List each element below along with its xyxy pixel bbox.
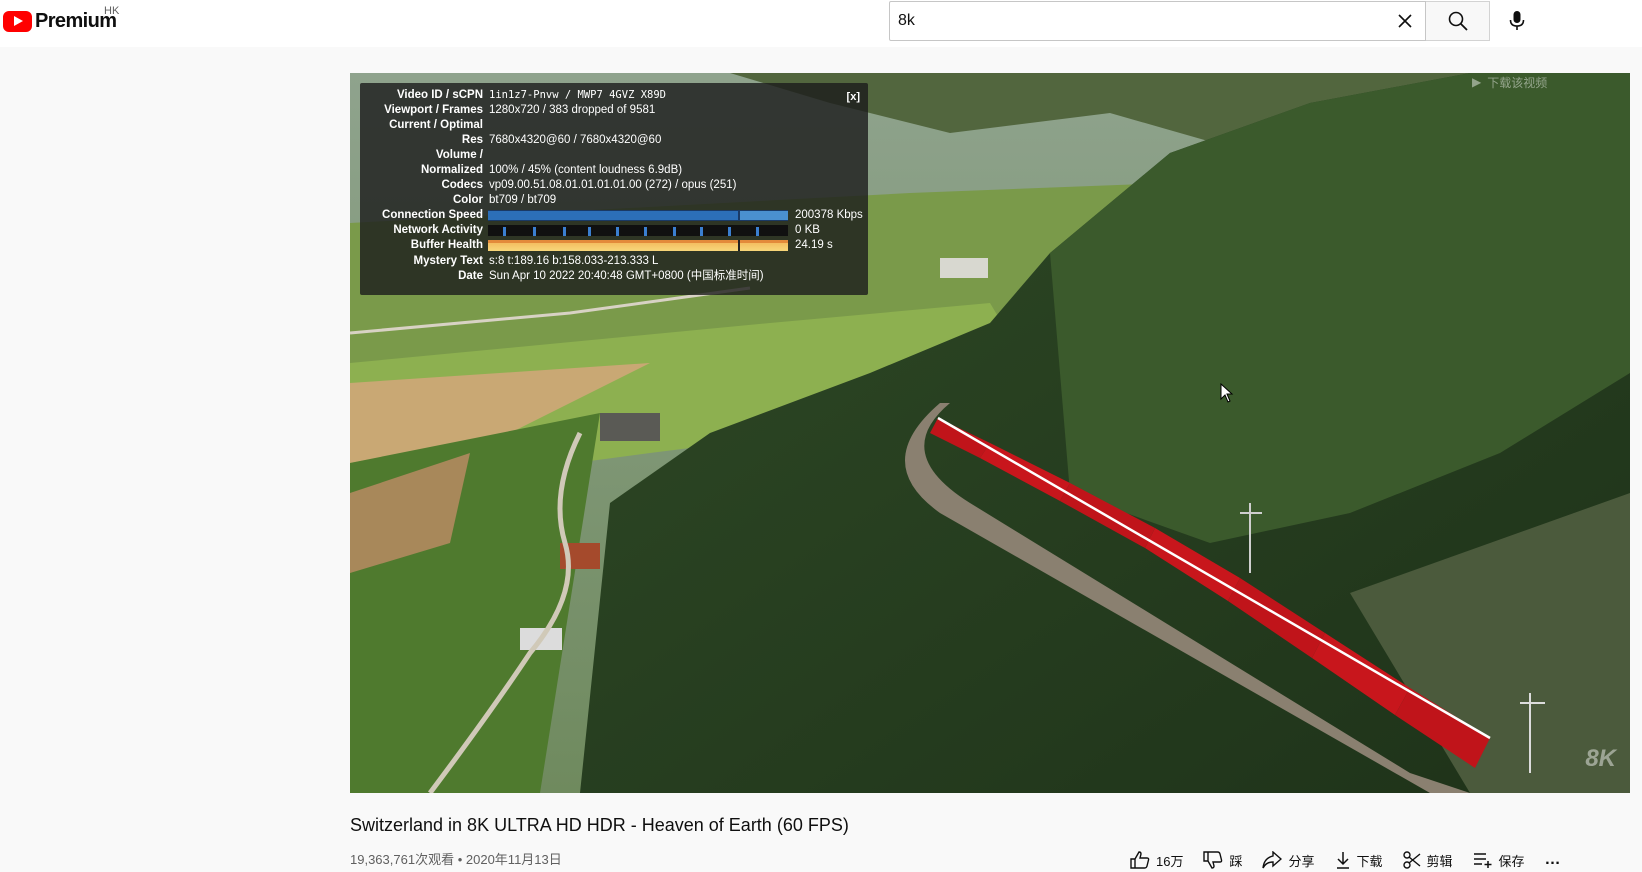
stat-label: Res: [461, 134, 483, 146]
stat-row-normalized: Normalized 100% / 45% (content loudness …: [360, 163, 868, 179]
stat-row-mystery-text: Mystery Text s:8 t:189.16 b:158.033-213.…: [360, 254, 868, 270]
view-count: 19,363,761次观看: [350, 852, 455, 867]
clip-button[interactable]: 剪辑: [1402, 851, 1453, 870]
stat-row-current-optimal: Current / Optimal: [360, 118, 868, 134]
clip-label: 剪辑: [1426, 853, 1453, 869]
search-input[interactable]: [898, 2, 1368, 40]
video-metadata: 19,363,761次观看 • 2020年11月13日: [350, 849, 562, 868]
thumbs-up-icon: [1130, 851, 1150, 869]
stats-for-nerds-panel: [x] Video ID / sCPN 1in1z7-Pnvw / MWP7 4…: [360, 83, 868, 295]
stat-value: Sun Apr 10 2022 20:40:48 GMT+0800 (中国标准时…: [489, 270, 764, 282]
voice-search-button[interactable]: [1497, 1, 1537, 41]
stat-label: Codecs: [441, 179, 483, 191]
stat-label: Connection Speed: [382, 209, 483, 221]
share-icon: [1262, 851, 1283, 869]
stat-row-res: Res 7680x4320@60 / 7680x4320@60: [360, 133, 868, 149]
stat-value: 0 KB: [795, 224, 820, 236]
stat-value: vp09.00.51.08.01.01.01.01.00 (272) / opu…: [489, 179, 737, 191]
stat-value: 1in1z7-Pnvw / MWP7 4GVZ X89D: [489, 89, 667, 101]
top-bar: Premium HK: [0, 0, 1642, 47]
buffer-health-graph: [488, 240, 788, 251]
download-overlay-label: 下载该视频: [1487, 75, 1548, 90]
thumbs-down-icon: [1203, 851, 1223, 869]
close-icon: [1398, 14, 1412, 28]
search-box: [889, 1, 1426, 41]
stat-row-volume: Volume /: [360, 148, 868, 164]
stat-value: 200378 Kbps: [795, 209, 863, 221]
microphone-icon: [1509, 11, 1525, 30]
stat-row-viewport: Viewport / Frames 1280x720 / 383 dropped…: [360, 103, 868, 119]
stat-row-buffer-health: Buffer Health 24.19 s: [360, 238, 868, 254]
stat-label: Current / Optimal: [389, 119, 483, 131]
video-player[interactable]: [x] Video ID / sCPN 1in1z7-Pnvw / MWP7 4…: [350, 73, 1630, 793]
stat-value: 24.19 s: [795, 239, 833, 251]
play-icon: ▶: [1472, 75, 1482, 89]
stat-row-network-activity: Network Activity 0 KB: [360, 223, 868, 239]
stat-label: Normalized: [421, 164, 483, 176]
like-count: 16万: [1156, 853, 1184, 869]
download-overlay-control[interactable]: ▶ 下载该视频: [1464, 73, 1630, 91]
more-icon: …: [1544, 851, 1561, 868]
save-button[interactable]: 保存: [1473, 851, 1525, 870]
stat-label: Viewport / Frames: [384, 104, 483, 116]
network-activity-graph: [488, 225, 788, 236]
video-actions: 16万 踩 分享 下载 剪辑 保存 …: [1130, 848, 1581, 872]
clear-search-button[interactable]: [1385, 2, 1425, 40]
download-icon: [1336, 852, 1349, 869]
connection-speed-graph: [488, 210, 788, 221]
stat-label: Volume /: [435, 149, 483, 161]
search-bar: [889, 1, 1427, 41]
youtube-premium-logo[interactable]: Premium: [3, 9, 117, 33]
share-label: 分享: [1288, 853, 1315, 869]
dislike-label: 踩: [1229, 853, 1243, 869]
stat-value: 100% / 45% (content loudness 6.9dB): [489, 164, 683, 176]
stat-label: Network Activity: [393, 224, 483, 236]
8k-watermark: 8K: [1585, 745, 1616, 772]
meta-separator: •: [457, 852, 463, 867]
stat-label: Video ID / sCPN: [396, 89, 483, 101]
upload-date: 2020年11月13日: [465, 852, 562, 867]
video-title: Switzerland in 8K ULTRA HD HDR - Heaven …: [350, 815, 849, 835]
stat-label: Date: [458, 270, 483, 282]
youtube-play-icon: [3, 10, 32, 32]
stat-row-connection-speed: Connection Speed 200378 Kbps: [360, 208, 868, 224]
stat-label: Mystery Text: [413, 255, 483, 267]
stat-row-video-id: Video ID / sCPN 1in1z7-Pnvw / MWP7 4GVZ …: [360, 88, 868, 104]
region-code: HK: [104, 5, 120, 17]
like-button[interactable]: 16万: [1130, 851, 1183, 870]
stat-label: Color: [452, 194, 483, 206]
more-actions-button[interactable]: …: [1545, 851, 1561, 869]
save-label: 保存: [1498, 853, 1525, 869]
search-button[interactable]: [1426, 1, 1490, 41]
stat-row-date: Date Sun Apr 10 2022 20:40:48 GMT+0800 (…: [360, 269, 868, 285]
stat-value: s:8 t:189.16 b:158.033-213.333 L: [489, 255, 659, 267]
share-button[interactable]: 分享: [1262, 851, 1315, 870]
scissors-icon: [1402, 851, 1420, 869]
mouse-cursor-icon: [1220, 383, 1234, 403]
dislike-button[interactable]: 踩: [1203, 851, 1242, 870]
download-button[interactable]: 下载: [1335, 851, 1383, 870]
stat-value: 7680x4320@60 / 7680x4320@60: [489, 134, 662, 146]
download-label: 下载: [1356, 853, 1383, 869]
stat-value: bt709 / bt709: [489, 194, 557, 206]
stat-value: 1280x720 / 383 dropped of 9581: [489, 104, 656, 116]
stat-label: Buffer Health: [410, 239, 483, 251]
stat-row-color: Color bt709 / bt709: [360, 193, 868, 209]
search-icon: [1448, 11, 1468, 31]
stat-row-codecs: Codecs vp09.00.51.08.01.01.01.01.00 (272…: [360, 178, 868, 194]
